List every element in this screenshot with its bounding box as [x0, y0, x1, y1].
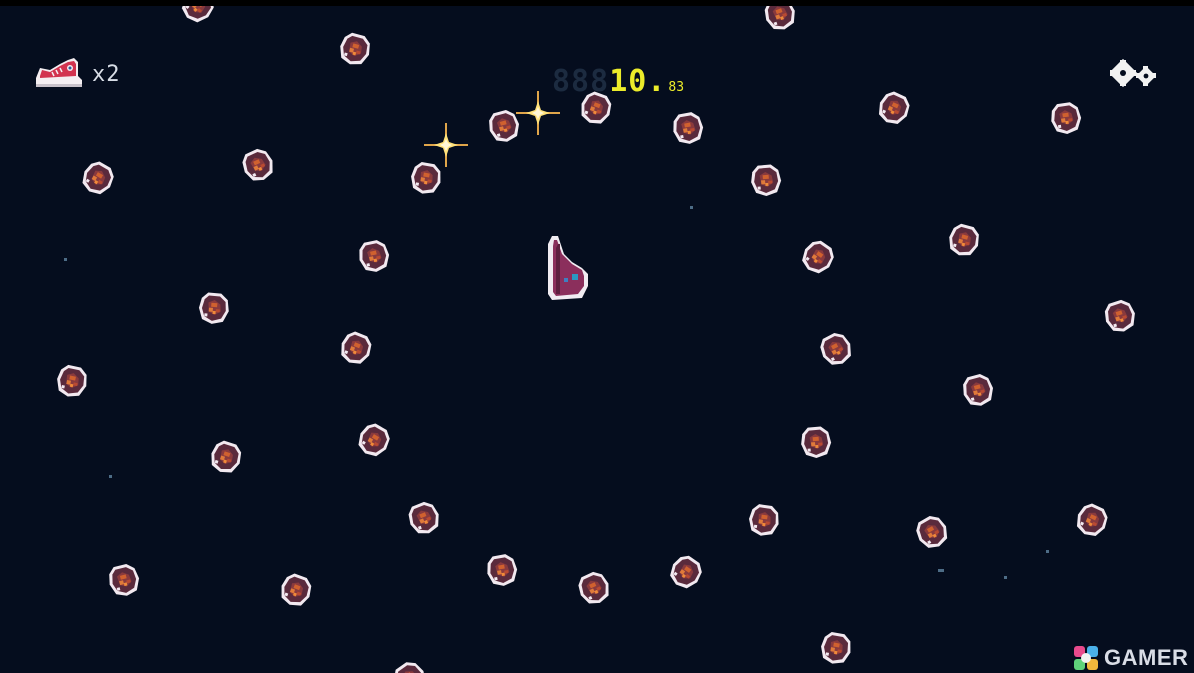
asteroid — [956, 368, 1000, 412]
background-star — [1046, 550, 1049, 553]
timer-fraction: 83 — [668, 80, 685, 95]
asteroid — [333, 27, 377, 71]
asteroid — [812, 325, 861, 374]
survival-timer: 888 10. 83 — [552, 64, 684, 99]
gear-icon[interactable] — [1110, 58, 1160, 90]
asteroid — [1097, 293, 1142, 338]
asteroid — [793, 232, 843, 282]
watermark-text: GAMER — [1104, 645, 1189, 670]
asteroid — [173, 0, 224, 31]
timer-seconds: 10. — [609, 64, 667, 99]
red-sneaker-icon — [36, 58, 82, 87]
asteroid — [481, 549, 523, 591]
asteroid — [661, 547, 711, 597]
game-screen[interactable]: x2 888 10. 83 GAMER — [0, 0, 1194, 673]
asteroid — [870, 84, 918, 132]
gamer-logo-icon — [1074, 646, 1098, 670]
asteroid — [203, 434, 248, 479]
background-star — [109, 475, 112, 478]
asteroid — [234, 141, 282, 189]
asteroid — [194, 288, 233, 327]
asteroid — [667, 107, 709, 149]
background-star — [1004, 576, 1007, 579]
asteroid — [401, 495, 448, 542]
asteroid — [333, 325, 380, 372]
player-sneaker-ship — [548, 236, 588, 300]
asteroid — [51, 360, 94, 403]
asteroid — [73, 153, 122, 202]
asteroid — [570, 564, 618, 612]
background-star — [938, 569, 944, 572]
lives-count: x2 — [92, 61, 121, 87]
asteroid — [385, 653, 435, 673]
asteroid — [353, 235, 396, 278]
asteroid — [744, 500, 785, 541]
asteroid — [102, 558, 146, 602]
asteroid — [796, 422, 835, 461]
asteroid — [1046, 98, 1087, 139]
asteroid — [815, 627, 857, 669]
lives-indicator: x2 — [32, 56, 121, 92]
gamer-watermark: GAMER — [1072, 644, 1188, 672]
background-star — [690, 206, 693, 209]
asteroid — [746, 160, 785, 199]
asteroid — [273, 567, 319, 613]
asteroid — [907, 507, 956, 556]
sparkle-pickup — [424, 123, 468, 167]
asteroid — [942, 218, 986, 262]
asteroid — [1068, 496, 1116, 544]
asteroid — [757, 0, 803, 37]
timer-ghost-digits: 888 — [552, 64, 610, 99]
asteroid — [349, 415, 398, 464]
background-star — [64, 258, 67, 261]
